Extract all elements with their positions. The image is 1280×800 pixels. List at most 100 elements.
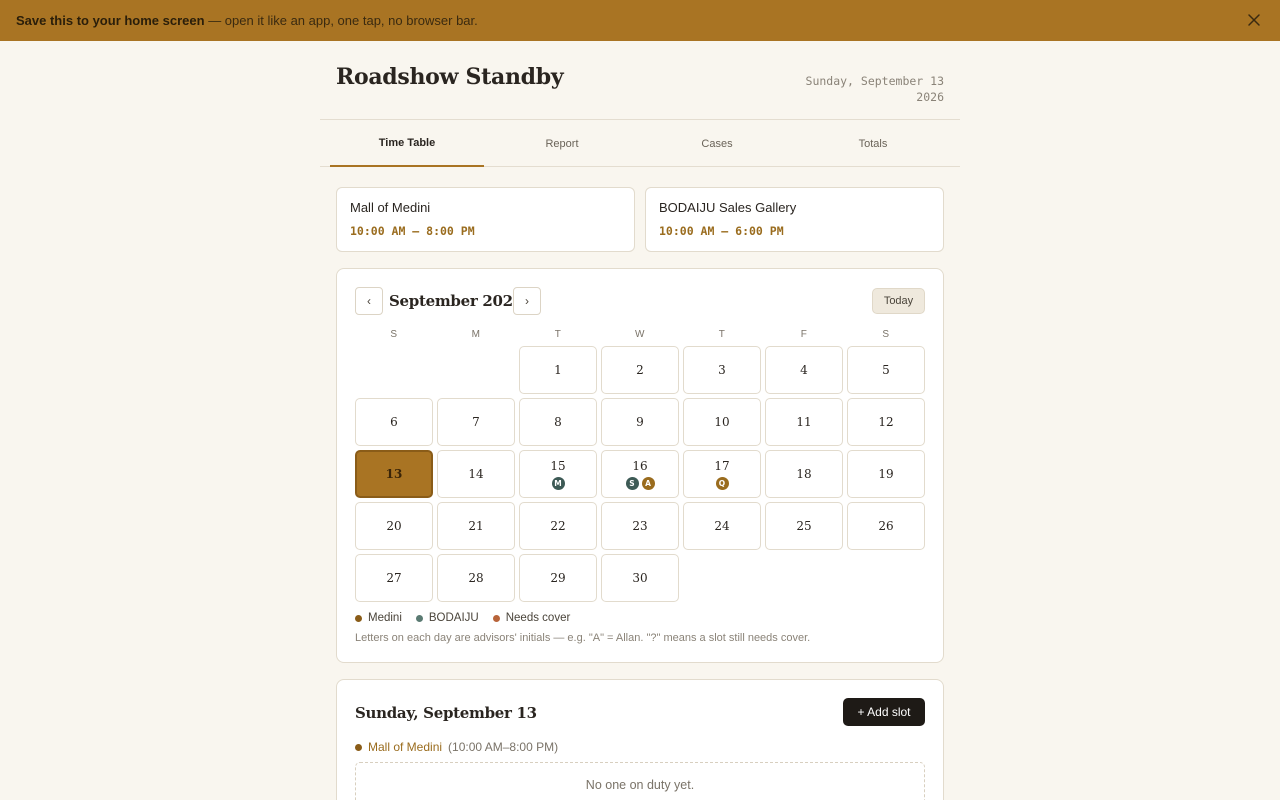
calendar-day[interactable]: 28 (437, 554, 515, 602)
calendar-day[interactable]: 30 (601, 554, 679, 602)
day-number: 19 (878, 467, 894, 481)
calendar-day[interactable]: 1 (519, 346, 597, 394)
calendar-day[interactable]: 29 (519, 554, 597, 602)
calendar-day[interactable]: 20 (355, 502, 433, 550)
calendar-day[interactable]: 22 (519, 502, 597, 550)
empty-slot-box: No one on duty yet. (355, 762, 925, 800)
calendar-day[interactable]: 12 (847, 398, 925, 446)
calendar-day[interactable]: 4 (765, 346, 843, 394)
calendar-day[interactable]: 7 (437, 398, 515, 446)
advisor-badges: SA (625, 476, 655, 490)
day-detail-card: Sunday, September 13 + Add slot Mall of … (336, 679, 944, 800)
current-date-line1: Sunday, September 13 (805, 74, 944, 88)
calendar-day[interactable]: 25 (765, 502, 843, 550)
tab-bar: Time Table Report Cases Totals (320, 119, 960, 167)
legend-dot (492, 614, 500, 622)
location-name: Mall of Medini (350, 200, 431, 215)
legend-item-bodaiju: BODAIJU (415, 612, 479, 624)
weekday-header: M (471, 329, 481, 340)
banner-bold-text: Save this to your home screen (16, 13, 205, 28)
advisor-initial-badge: A (641, 476, 655, 490)
slot-location: Mall of Medini (10:00 AM–8:00 PM) (355, 740, 558, 754)
app-title: Roadshow Standby (336, 64, 564, 90)
banner-rest-text: — open it like an app, one tap, no brows… (204, 13, 478, 28)
tab-report[interactable]: Report (485, 120, 639, 167)
tab-time-table[interactable]: Time Table (330, 120, 484, 167)
day-number: 21 (468, 519, 484, 533)
calendar-day[interactable]: 14 (437, 450, 515, 498)
location-card-bodaiju[interactable]: BODAIJU Sales Gallery 10:00 AM – 6:00 PM (645, 187, 944, 252)
day-number: 20 (386, 519, 402, 533)
day-number: 22 (550, 519, 566, 533)
location-hours: 10:00 AM – 6:00 PM (659, 224, 784, 238)
day-number: 25 (796, 519, 812, 533)
advisor-initial-badge: M (551, 476, 565, 490)
day-number: 7 (472, 415, 480, 429)
day-number: 30 (632, 571, 648, 585)
calendar-day[interactable]: 23 (601, 502, 679, 550)
calendar-legend: Medini BODAIJU Needs cover (355, 612, 570, 624)
calendar-day[interactable]: 8 (519, 398, 597, 446)
calendar-day[interactable]: 17 Q (683, 450, 761, 498)
day-number: 18 (796, 467, 812, 481)
legend-dot (355, 614, 362, 622)
calendar-day[interactable]: 24 (683, 502, 761, 550)
day-number: 3 (718, 363, 726, 377)
day-number: 6 (390, 415, 398, 429)
advisor-badges: Q (715, 476, 729, 490)
calendar-day[interactable]: 13 (355, 450, 433, 498)
weekday-header: F (800, 329, 808, 340)
location-name: BODAIJU Sales Gallery (659, 200, 797, 215)
tab-cases[interactable]: Cases (640, 120, 794, 167)
calendar-day[interactable]: 2 (601, 346, 679, 394)
day-number: 1 (554, 363, 562, 377)
legend-label: Needs cover (505, 612, 571, 624)
legend-dot (415, 614, 423, 622)
slot-location-name: Mall of Medini (368, 740, 443, 754)
day-number: 5 (882, 363, 890, 377)
app-header: Roadshow Standby Sunday, September 13 20… (336, 62, 944, 112)
calendar-day[interactable]: 21 (437, 502, 515, 550)
next-month-button[interactable]: › (513, 287, 541, 315)
day-number: 24 (714, 519, 730, 533)
weekday-header: T (554, 329, 562, 340)
legend-item-needs-cover: Needs cover (492, 612, 571, 624)
calendar-day[interactable]: 5 (847, 346, 925, 394)
legend-label: Medini (368, 612, 402, 624)
day-number: 10 (714, 415, 730, 429)
day-number: 29 (550, 571, 566, 585)
weekday-header: T (718, 329, 726, 340)
location-card-medini[interactable]: Mall of Medini 10:00 AM – 8:00 PM (336, 187, 635, 252)
today-button[interactable]: Today (872, 288, 925, 314)
day-number: 17 (714, 458, 730, 473)
calendar-day[interactable]: 26 (847, 502, 925, 550)
advisor-badges: M (551, 476, 565, 490)
day-number: 2 (636, 363, 644, 377)
calendar-day[interactable]: 6 (355, 398, 433, 446)
calendar-day[interactable]: 15 M (519, 450, 597, 498)
calendar-day[interactable]: 10 (683, 398, 761, 446)
day-number: 9 (636, 415, 644, 429)
calendar-day[interactable]: 18 (765, 450, 843, 498)
day-number: 11 (796, 415, 812, 429)
calendar-day[interactable]: 3 (683, 346, 761, 394)
close-icon[interactable] (1244, 10, 1264, 30)
calendar-day[interactable]: 11 (765, 398, 843, 446)
weekday-header: W (635, 329, 645, 340)
day-number: 27 (386, 571, 402, 585)
weekday-header: S (882, 329, 890, 340)
tab-totals[interactable]: Totals (796, 120, 950, 167)
day-number: 16 (632, 458, 648, 473)
day-number: 26 (878, 519, 894, 533)
calendar-day[interactable]: 19 (847, 450, 925, 498)
calendar-day[interactable]: 16 S A (601, 450, 679, 498)
prev-month-button[interactable]: ‹ (355, 287, 383, 315)
day-detail-title: Sunday, September 13 (355, 704, 537, 722)
add-slot-button[interactable]: + Add slot (843, 698, 925, 726)
calendar-day[interactable]: 9 (601, 398, 679, 446)
legend-item-medini: Medini (355, 612, 402, 624)
current-date-line2: 2026 (916, 90, 944, 104)
calendar-day[interactable]: 27 (355, 554, 433, 602)
location-dot (355, 743, 362, 751)
weekday-header: S (390, 329, 398, 340)
